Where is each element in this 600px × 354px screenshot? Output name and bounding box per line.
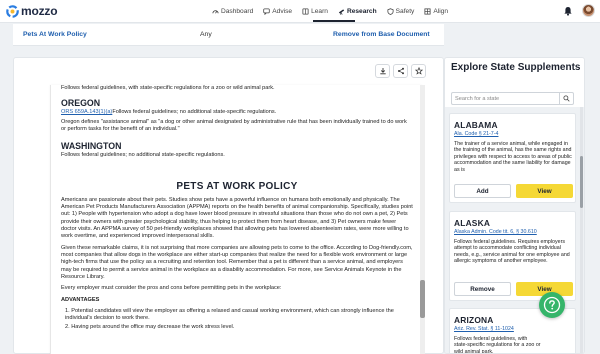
nav-advise[interactable]: Advise xyxy=(258,6,297,17)
search-icon xyxy=(563,95,570,102)
state-card-alabama: ALABAMA Ala. Code § 21-7-4 The trainer o… xyxy=(449,113,576,203)
remove-from-base-link[interactable]: Remove from Base Document xyxy=(333,31,430,38)
favorite-button[interactable] xyxy=(411,64,426,78)
help-icon xyxy=(543,296,561,314)
oregon-desc: Oregon defines "assistance animal" as "a… xyxy=(61,119,407,133)
nav-safety-label: Safety xyxy=(395,8,415,15)
grid-icon xyxy=(424,8,431,15)
state-card-alaska: ALASKA Alaska Admin. Code tit. 6, § 30.6… xyxy=(449,211,576,301)
oregon-heading: OREGON xyxy=(61,98,101,108)
advantage-item-2: 2. Having pets around the office may dec… xyxy=(65,324,235,330)
document-scrollbar-thumb[interactable] xyxy=(420,280,425,318)
avatar[interactable] xyxy=(582,4,595,17)
logo[interactable]: mozzo xyxy=(6,4,58,18)
nav-align-label: Align xyxy=(433,8,449,15)
chat-icon xyxy=(263,8,270,15)
nav-research-label: Research xyxy=(346,8,377,15)
state-description: Follows federal guidelines. Requires emp… xyxy=(454,239,570,265)
oregon-cite-line: ORS 659A.143(1)(a)Follows federal guidel… xyxy=(61,109,413,116)
nav-dashboard-label: Dashboard xyxy=(221,8,254,15)
policy-paragraph-1: Americans are passionate about their pet… xyxy=(61,197,413,240)
state-description: The trainer of a service animal, while e… xyxy=(454,141,572,173)
policy-link[interactable]: Pets At Work Policy xyxy=(23,31,87,38)
bell-icon[interactable] xyxy=(563,6,573,16)
state-citation-link[interactable]: Ariz. Rev. Stat. § 11-1024 xyxy=(454,326,514,332)
share-button[interactable] xyxy=(393,64,408,78)
telescope-icon xyxy=(338,9,345,15)
state-citation-link[interactable]: Alaska Admin. Code tit. 6, § 30.610 xyxy=(454,229,537,235)
document-panel: Follows federal guidelines, with state-s… xyxy=(13,57,444,354)
download-button[interactable] xyxy=(375,64,390,78)
policy-paragraph-3: Every employer must consider the pros an… xyxy=(61,285,282,291)
nav-safety[interactable]: Safety xyxy=(382,6,420,17)
washington-text: Follows federal guidelines; no additiona… xyxy=(61,152,225,158)
remove-button[interactable]: Remove xyxy=(454,282,511,296)
state-citation-link[interactable]: Ala. Code § 21-7-4 xyxy=(454,131,498,137)
main-nav: Dashboard Advise Learn Research Safety A… xyxy=(207,6,453,17)
supplements-title: Explore State Supplements xyxy=(451,62,581,73)
washington-heading: WASHINGTON xyxy=(61,141,122,151)
star-icon xyxy=(414,67,423,75)
book-icon xyxy=(302,8,309,15)
download-icon xyxy=(379,68,386,75)
policy-paragraph-2: Given these remarkable claims, it is not… xyxy=(61,245,413,280)
active-tab-indicator xyxy=(313,20,355,22)
logo-text: mozzo xyxy=(21,4,58,18)
policy-title: PETS AT WORK POLICY xyxy=(176,181,298,192)
top-nav-bar: mozzo Dashboard Advise Learn Research Sa… xyxy=(0,0,600,23)
gauge-icon xyxy=(212,10,219,14)
base-document-row: Pets At Work Policy Any Remove from Base… xyxy=(13,24,444,46)
state-name: ALASKA xyxy=(454,218,491,228)
nav-learn[interactable]: Learn xyxy=(297,6,333,17)
nav-align[interactable]: Align xyxy=(419,6,453,17)
supplements-scrollbar[interactable] xyxy=(580,107,583,353)
shield-icon xyxy=(387,8,394,15)
doc-intro-line: Follows federal guidelines, with state-s… xyxy=(61,85,275,91)
nav-dashboard[interactable]: Dashboard xyxy=(207,6,258,17)
state-search-input[interactable] xyxy=(452,93,558,104)
help-button[interactable] xyxy=(539,292,565,318)
nav-advise-label: Advise xyxy=(272,8,293,15)
search-button[interactable] xyxy=(559,93,573,104)
state-description: Follows federal guidelines, with state-s… xyxy=(454,336,541,354)
state-name: ALABAMA xyxy=(454,120,498,130)
advantages-label: ADVANTAGES xyxy=(61,297,100,303)
document-page: Follows federal guidelines, with state-s… xyxy=(50,85,422,354)
view-button[interactable]: View xyxy=(516,184,573,198)
state-search xyxy=(451,92,574,105)
state-list: ALABAMA Ala. Code § 21-7-4 The trainer o… xyxy=(445,107,584,354)
supplements-scrollbar-thumb[interactable] xyxy=(580,156,583,208)
oregon-cite-link[interactable]: ORS 659A.143(1)(a) xyxy=(61,109,112,115)
nav-research[interactable]: Research xyxy=(333,6,382,17)
advantage-item-1: 1. Potential candidates will view the em… xyxy=(65,308,394,322)
add-button[interactable]: Add xyxy=(454,184,511,198)
state-name: ARIZONA xyxy=(454,315,494,325)
nav-learn-label: Learn xyxy=(311,8,328,15)
share-icon xyxy=(397,67,404,75)
logo-mark-icon xyxy=(6,4,19,18)
any-value: Any xyxy=(200,31,212,38)
oregon-cite-text: Follows federal guidelines; no additiona… xyxy=(112,109,277,115)
